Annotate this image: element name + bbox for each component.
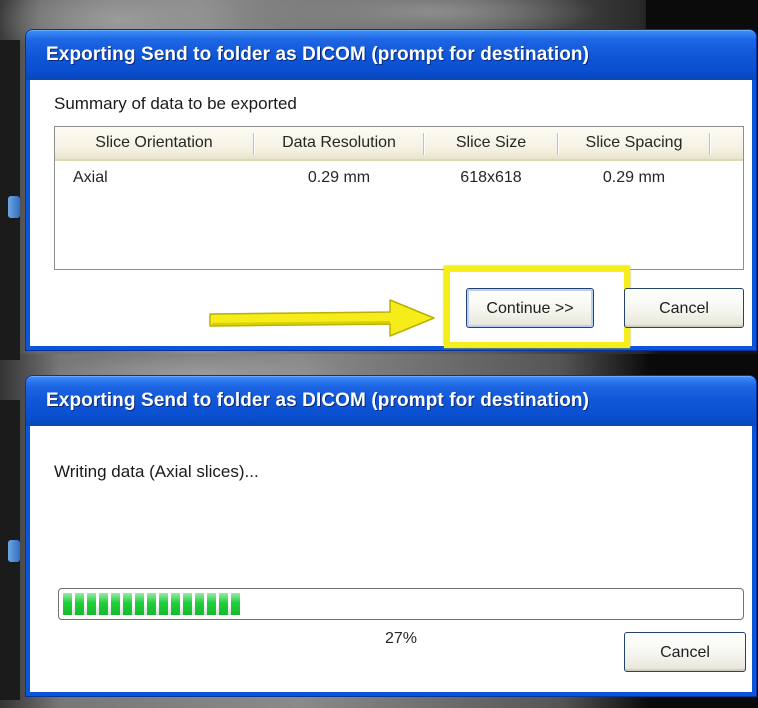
summary-label: Summary of data to be exported (54, 94, 297, 113)
background-dark-panel (646, 0, 758, 34)
column-header-slice-size[interactable]: Slice Size (425, 127, 557, 159)
dialog-titlebar[interactable]: Exporting Send to folder as DICOM (promp… (26, 30, 756, 80)
cell-slice-spacing: 0.29 mm (602, 169, 666, 186)
dialog-titlebar[interactable]: Exporting Send to folder as DICOM (promp… (26, 376, 756, 426)
continue-button[interactable]: Continue >> (466, 288, 594, 328)
export-progress-dialog: Exporting Send to folder as DICOM (promp… (26, 376, 756, 696)
progress-bar-fill (63, 593, 240, 615)
annotation-arrow-icon (209, 299, 435, 337)
cell-slice-orientation: Axial (73, 169, 108, 186)
scroll-handle[interactable] (8, 196, 20, 218)
column-header-slice-orientation[interactable]: Slice Orientation (55, 127, 253, 159)
column-header-slice-spacing[interactable]: Slice Spacing (559, 127, 709, 159)
column-divider[interactable] (709, 133, 711, 155)
scroll-handle[interactable] (8, 540, 20, 562)
cancel-button[interactable]: Cancel (624, 632, 746, 672)
column-header-data-resolution[interactable]: Data Resolution (255, 127, 423, 159)
cell-slice-size: 618x618 (460, 169, 522, 186)
cancel-button[interactable]: Cancel (624, 288, 744, 328)
dialog-body: Summary of data to be exported Slice Ori… (30, 80, 752, 348)
export-summary-dialog: Exporting Send to folder as DICOM (promp… (26, 30, 756, 350)
summary-table: Slice Orientation Data Resolution Slice … (54, 126, 744, 270)
dialog-body: Writing data (Axial slices)... 27% Cance… (30, 426, 752, 692)
table-header: Slice Orientation Data Resolution Slice … (55, 127, 743, 161)
dialog-title: Exporting Send to folder as DICOM (promp… (46, 390, 590, 411)
status-text: Writing data (Axial slices)... (54, 462, 259, 481)
cell-data-resolution: 0.29 mm (307, 169, 371, 186)
dialog-title: Exporting Send to folder as DICOM (promp… (46, 44, 590, 65)
progress-bar (58, 588, 744, 620)
